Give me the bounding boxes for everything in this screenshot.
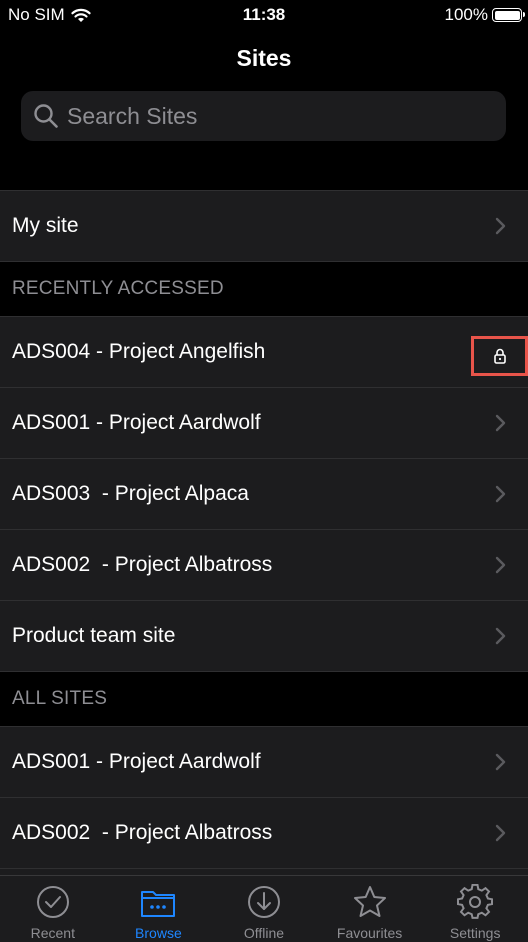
tab-recent[interactable]: Recent (0, 876, 106, 942)
chevron-right-icon (495, 753, 506, 771)
chevron-right-icon (495, 556, 506, 574)
row-label: ADS001 - Project Aardwolf (12, 750, 261, 773)
row-label: ADS002 - Project Albatross (12, 821, 273, 844)
search-input[interactable] (65, 101, 489, 131)
tab-browse[interactable]: Browse (106, 876, 212, 942)
download-icon (247, 886, 280, 918)
row-label: ADS004 - Project Angelfish (12, 340, 266, 363)
tab-label: Settings (449, 925, 501, 941)
star-icon (353, 886, 386, 917)
row-label: ADS003 - Project Alpaca (12, 482, 249, 505)
section-title: ALL SITES (12, 688, 108, 709)
list-item[interactable]: ADS001 - Project Aardwolf (0, 726, 528, 797)
tab-offline[interactable]: Offline (211, 876, 317, 942)
search-bar[interactable] (21, 91, 506, 141)
list-item[interactable]: ADS001 - Project Aardwolf (0, 387, 528, 458)
page-title: Sites (236, 45, 292, 71)
search-icon (34, 104, 58, 128)
check-circle-icon (36, 886, 69, 918)
gear-icon (457, 884, 494, 919)
lock-icon (493, 348, 506, 364)
chevron-right-icon (495, 485, 506, 503)
battery-percent: 100% (444, 5, 488, 24)
list-item[interactable]: Product team site (0, 600, 528, 671)
list-item[interactable]: ADS004 - Project Angelfish (0, 316, 528, 387)
list-item[interactable]: ADS003 - Project Alpaca (0, 458, 528, 529)
folder-icon (141, 891, 176, 917)
row-label: My site (12, 214, 79, 237)
row-label: ADS002 - Project Albatross (12, 553, 273, 576)
battery-icon (492, 8, 525, 22)
sites-list: My site RECENTLY ACCESSED ADS004 - Proje… (0, 190, 528, 939)
chevron-right-icon (495, 414, 506, 432)
tab-settings[interactable]: Settings (422, 876, 528, 942)
my-site-row[interactable]: My site (0, 190, 528, 261)
section-header-recent: RECENTLY ACCESSED (0, 261, 528, 316)
chevron-right-icon (495, 627, 506, 645)
list-item[interactable]: ADS002 - Project Albatross (0, 797, 528, 868)
tab-label: Offline (243, 925, 285, 941)
tab-label: Browse (135, 925, 182, 941)
row-label: ADS001 - Project Aardwolf (12, 411, 261, 434)
tab-label: Favourites (336, 925, 403, 941)
list-item[interactable]: ADS002 - Project Albatross (0, 529, 528, 600)
row-label: Product team site (12, 624, 176, 647)
section-header-all: ALL SITES (0, 671, 528, 726)
tab-favourites[interactable]: Favourites (317, 876, 423, 942)
status-right: 100% (444, 5, 525, 25)
chevron-right-icon (495, 824, 506, 842)
tab-bar: Recent Browse Offline Favourites Setting… (0, 875, 528, 942)
lock-highlight[interactable] (471, 336, 528, 376)
status-bar: No SIM 11:38 100% (0, 0, 528, 30)
section-title: RECENTLY ACCESSED (12, 278, 224, 299)
tab-label: Recent (30, 925, 75, 941)
chevron-right-icon (495, 217, 506, 235)
